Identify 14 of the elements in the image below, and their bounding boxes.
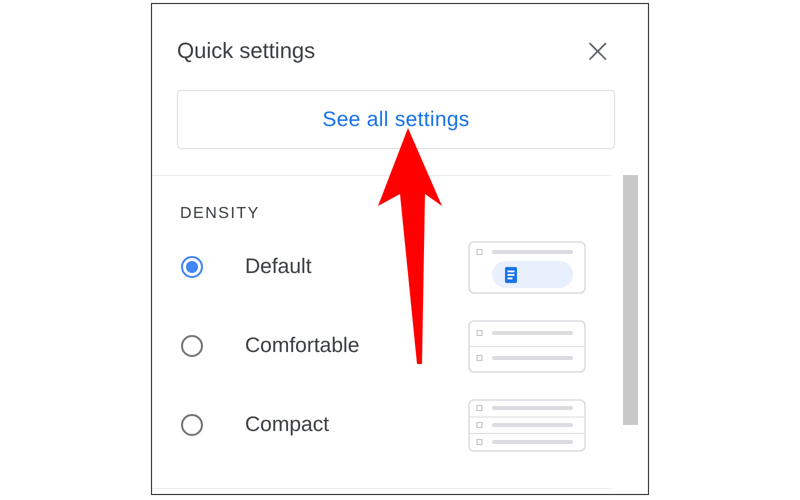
option-label: Default: [245, 255, 313, 279]
panel-title: Quick settings: [177, 38, 316, 64]
option-label: Comfortable: [245, 334, 360, 358]
default-density-preview-icon: [468, 240, 586, 294]
option-label: Compact: [245, 413, 330, 437]
section-heading: DENSITY: [180, 205, 261, 223]
see-all-settings-button[interactable]: See all settings: [177, 90, 615, 149]
compact-density-preview-icon: [468, 398, 586, 452]
radio-button[interactable]: [181, 256, 203, 278]
scrollbar-thumb[interactable]: [623, 175, 638, 425]
comfortable-density-preview-icon: [468, 320, 586, 372]
radio-button[interactable]: [181, 414, 203, 436]
radio-button[interactable]: [181, 335, 203, 357]
close-button[interactable]: ×: [584, 34, 612, 68]
